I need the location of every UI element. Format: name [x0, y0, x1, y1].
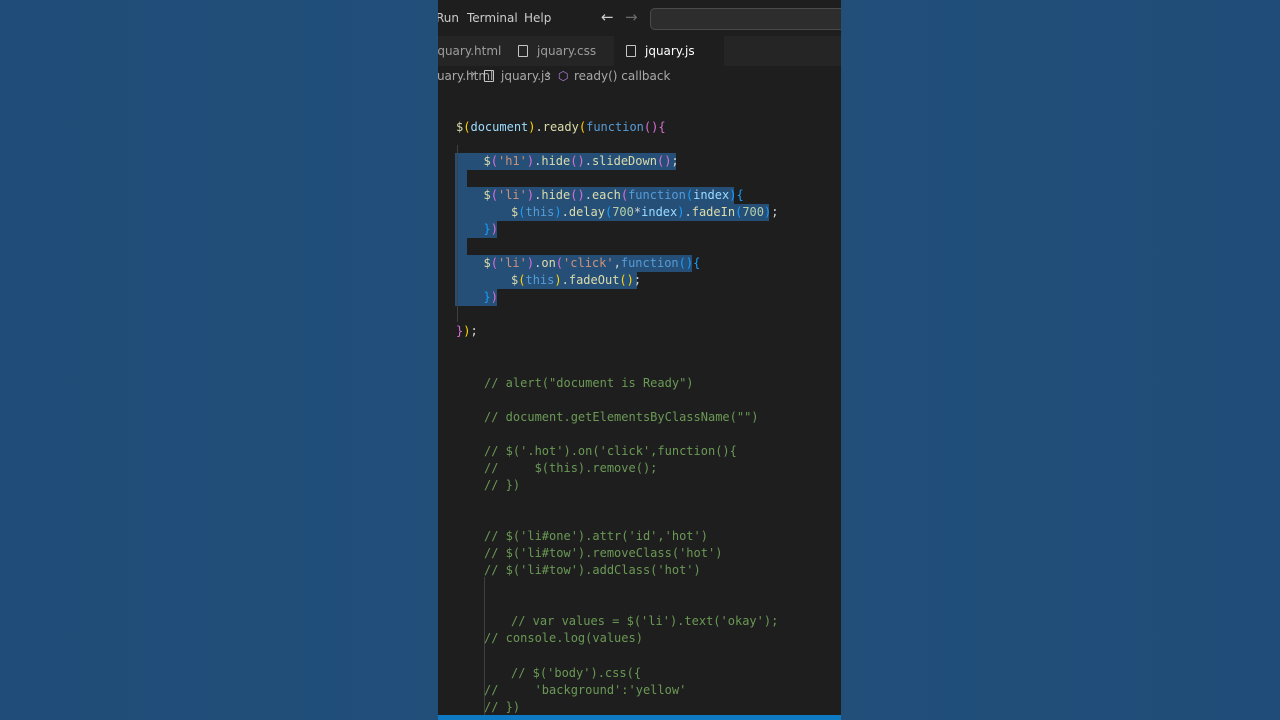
code-token: } — [483, 222, 491, 236]
code-token: ) — [554, 273, 562, 287]
comment-line: // $('.hot').on('click',function(){ — [484, 444, 737, 458]
code-token: ( — [578, 120, 587, 134]
code-token: . — [561, 273, 569, 287]
code-token: $ — [483, 256, 491, 270]
comment-line: // $('li#tow').addClass('hot') — [484, 563, 701, 577]
code-token: ( — [490, 256, 498, 270]
code-token: () — [619, 273, 634, 287]
comment-line: // var values = $('li').text('okay'); — [511, 614, 779, 628]
code-token: ( — [490, 188, 498, 202]
comment-line: // $('li#tow').removeClass('hot') — [484, 546, 723, 560]
code-token: ready — [542, 120, 579, 134]
code-token: { — [736, 188, 744, 202]
code-area[interactable]: $(document).ready(function(){ $('h1').hi… — [438, 0, 841, 720]
code-token: . — [584, 188, 592, 202]
code-token: this — [525, 273, 555, 287]
code-token: index — [641, 205, 678, 219]
code-token: 700 — [742, 205, 764, 219]
code-token: ; — [633, 273, 642, 287]
code-token: } — [483, 290, 491, 304]
code-token: 'click' — [563, 256, 614, 270]
code-token: each — [591, 188, 621, 202]
code-token: ) — [490, 290, 498, 304]
code-line: $(document).ready(function(){ — [456, 119, 666, 136]
code-token: ) — [528, 120, 536, 134]
code-token: . — [584, 154, 592, 168]
code-token: function — [620, 256, 679, 270]
code-line: }) — [484, 289, 498, 306]
code-token: hide — [541, 154, 571, 168]
code-token: hide — [541, 188, 571, 202]
code-token: . — [535, 120, 543, 134]
indent-guide — [457, 145, 458, 322]
code-token: function — [586, 120, 644, 134]
code-token: () — [656, 154, 672, 168]
code-token: () — [570, 154, 585, 168]
code-token: delay — [568, 205, 605, 219]
code-token: 'h1' — [497, 154, 527, 168]
status-bar — [438, 715, 841, 720]
code-token: function — [628, 188, 686, 202]
code-token: this — [525, 205, 555, 219]
code-token: document — [470, 120, 529, 134]
code-token: $ — [483, 188, 491, 202]
code-line: $('li').on('click',function(){ — [484, 255, 701, 272]
comment-line: // alert("document is Ready") — [484, 376, 694, 390]
comment-line: // $('li#one').attr('id','hot') — [484, 529, 708, 543]
code-editor-window: Run Terminal Help ← → jquary.html jquary… — [438, 0, 841, 720]
code-line: $(this).fadeOut(); — [511, 272, 641, 289]
code-token: 'li' — [497, 188, 527, 202]
comment-line: // console.log(values) — [484, 631, 643, 645]
code-line: }) — [484, 221, 498, 238]
code-token: fadeOut — [568, 273, 620, 287]
code-token: ( — [678, 256, 686, 270]
code-token: () — [570, 188, 585, 202]
code-token: fadeIn — [691, 205, 736, 219]
code-token: 'li' — [497, 256, 527, 270]
code-token: on — [541, 256, 556, 270]
code-token: ; — [671, 154, 679, 168]
comment-line: // document.getElementsByClassName("") — [484, 410, 759, 424]
comment-line: // 'background':'yellow' — [484, 683, 687, 697]
comment-line: // }) — [484, 700, 521, 714]
code-token: $ — [483, 154, 491, 168]
comment-line: // }) — [484, 478, 521, 492]
code-token: slideDown — [591, 154, 657, 168]
code-line: $('li').hide().each(function(index){ — [484, 187, 744, 204]
code-token: { — [658, 120, 666, 134]
code-token: ; — [470, 324, 478, 338]
comment-line: // $(this).remove(); — [484, 461, 658, 475]
code-line: }); — [456, 323, 478, 340]
code-line: $('h1').hide().slideDown(); — [484, 153, 679, 170]
code-token: ) — [490, 222, 498, 236]
code-token: { — [693, 256, 701, 270]
code-token: ( — [490, 154, 498, 168]
code-token: index — [693, 188, 730, 202]
comment-line: // $('body').css({ — [511, 666, 642, 680]
code-token: . — [684, 205, 692, 219]
code-token: ) — [554, 205, 562, 219]
code-token: , — [613, 256, 621, 270]
code-token: ; — [771, 205, 779, 219]
code-token: . — [561, 205, 569, 219]
code-token: ( — [555, 256, 564, 270]
code-line: $(this).delay(700*index).fadeIn(700); — [511, 204, 778, 221]
code-token: ( — [620, 188, 629, 202]
code-token: 700 — [612, 205, 634, 219]
